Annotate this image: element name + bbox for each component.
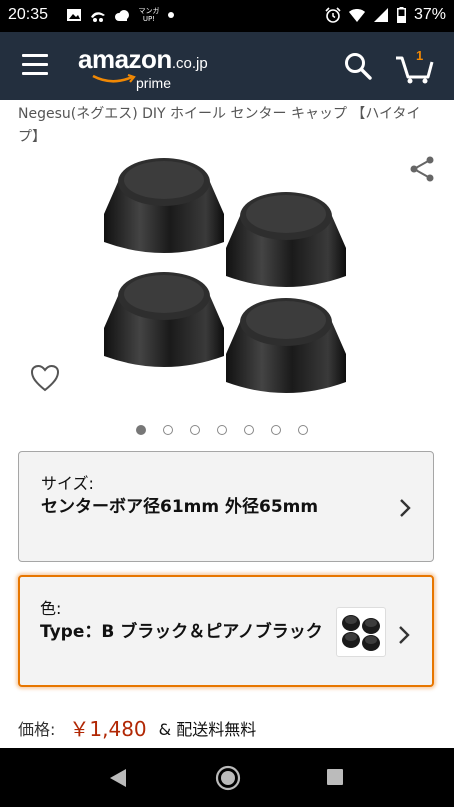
battery-percent: 37% [413, 6, 446, 23]
status-time: 20:35 [8, 6, 49, 23]
menu-icon[interactable] [22, 54, 48, 76]
status-bar: 20:35 マンガ UP! 37% [0, 0, 454, 32]
size-label: サイズ: [41, 474, 94, 493]
cap-bottom-right [226, 298, 346, 393]
wishlist-heart-icon[interactable] [30, 364, 60, 392]
price-amount: ￥1,480 [69, 717, 147, 741]
notification-dot-icon [168, 12, 174, 18]
color-swatch-thumbnail [336, 607, 386, 657]
cart-icon[interactable] [394, 50, 434, 84]
chevron-right-icon [400, 499, 411, 517]
carousel-dot[interactable] [217, 425, 227, 435]
price-label: 価格: [18, 719, 56, 739]
system-nav-bar [0, 748, 454, 807]
carousel-dot[interactable] [136, 425, 146, 435]
cart-count-badge: 1 [416, 48, 424, 63]
battery-icon [396, 7, 406, 23]
image-carousel-dots [136, 425, 308, 435]
logo-word: amazon [78, 44, 172, 74]
product-image[interactable] [100, 150, 360, 415]
cap-bottom-left [104, 272, 224, 367]
alarm-icon [325, 7, 341, 23]
search-icon[interactable] [344, 52, 372, 80]
carousel-dot[interactable] [244, 425, 254, 435]
size-value: センターボア径61mm 外径65mm [41, 497, 319, 517]
app-header: amazon.co.jp prime 1 [0, 32, 454, 100]
shipping-info: & 配送料無料 [158, 719, 257, 739]
chevron-right-icon [399, 626, 410, 644]
logo-tld: .co.jp [171, 55, 208, 72]
smile-arrow-icon [92, 74, 136, 83]
cap-top-left [104, 158, 224, 253]
status-right-icons: 37% [325, 6, 446, 24]
cap-top-right [226, 192, 346, 287]
carousel-dot[interactable] [190, 425, 200, 435]
recent-apps-icon[interactable] [326, 768, 344, 786]
carousel-dot[interactable] [298, 425, 308, 435]
carousel-dot[interactable] [271, 425, 281, 435]
color-label: 色: [40, 599, 62, 618]
amazon-logo[interactable]: amazon.co.jp prime [78, 44, 208, 91]
status-left-icons: マンガ UP! [66, 7, 174, 23]
size-selector[interactable]: サイズ: センターボア径61mm 外径65mm [18, 451, 434, 562]
home-icon[interactable] [214, 764, 242, 792]
wifi-icon [348, 9, 365, 22]
image-icon [67, 9, 81, 21]
manga-app-icon: マンガ UP! [138, 7, 160, 23]
color-selector[interactable]: 色: Type：B ブラック＆ピアノブラック [18, 575, 434, 687]
color-value: Type：B ブラック＆ピアノブラック [40, 622, 323, 642]
product-title: Negesu(ネグエス) DIY ホイール センター キャップ 【ハイタイプ】 [18, 106, 421, 145]
cloud-icon [115, 10, 129, 21]
logo-prime: prime [136, 75, 172, 91]
app-icon [91, 12, 105, 22]
price-row: 価格: ￥1,480 & 配送料無料 [18, 713, 256, 742]
share-icon[interactable] [408, 156, 436, 182]
back-icon[interactable] [108, 768, 128, 788]
carousel-dot[interactable] [163, 425, 173, 435]
signal-icon [373, 8, 388, 22]
